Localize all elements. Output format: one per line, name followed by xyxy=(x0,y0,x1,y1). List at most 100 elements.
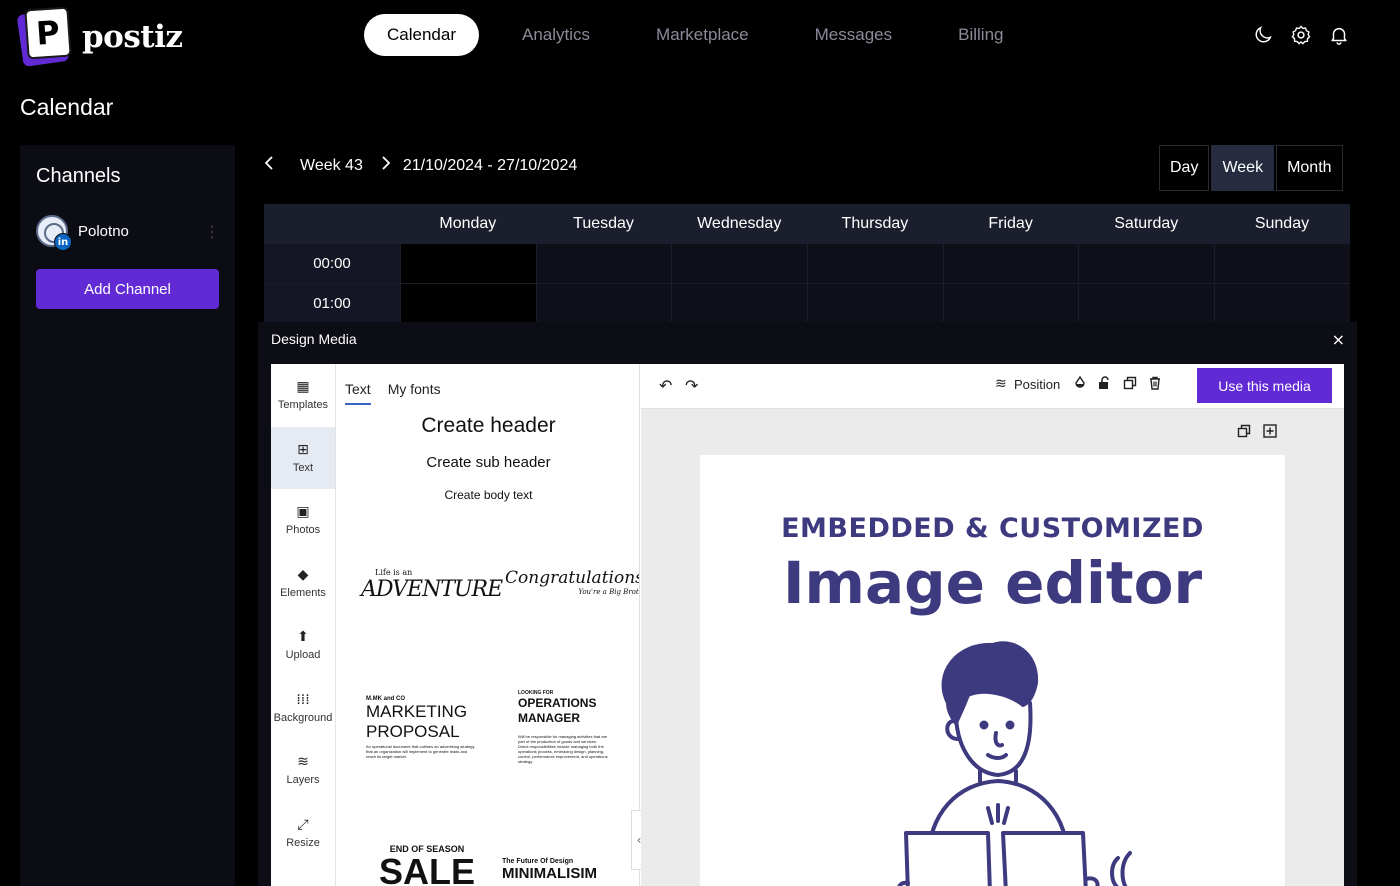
use-this-media-button[interactable]: Use this media xyxy=(1197,368,1332,403)
calendar-slot[interactable] xyxy=(671,284,807,323)
panel-tabs: Text My fonts xyxy=(345,381,458,405)
day-header-saturday: Saturday xyxy=(1114,215,1179,232)
time-label: 00:00 xyxy=(264,244,400,283)
view-week-button[interactable]: Week xyxy=(1211,145,1275,191)
day-header-friday: Friday xyxy=(988,215,1033,232)
templates-icon: ▦ xyxy=(296,379,310,396)
canvas-eyebrow-text[interactable]: EMBEDDED & CUSTOMIZED xyxy=(700,513,1285,544)
layers-icon: ≋ xyxy=(297,754,309,771)
nav-item-analytics[interactable]: Analytics xyxy=(499,14,613,56)
page-title: Calendar xyxy=(20,94,114,120)
calendar-row: 01:00 xyxy=(264,284,1350,324)
view-month-button[interactable]: Month xyxy=(1276,145,1343,191)
calendar-slot[interactable] xyxy=(942,244,1079,283)
text-template-congratulations[interactable]: Congratulations! You're a Big Brother xyxy=(505,568,639,596)
person-with-tablet-illustration[interactable] xyxy=(888,633,1148,886)
calendar-slot[interactable] xyxy=(942,284,1079,323)
panel-tab-my-fonts[interactable]: My fonts xyxy=(388,381,441,405)
resize-icon: ⤢ xyxy=(297,816,309,833)
add-channel-button[interactable]: Add Channel xyxy=(36,269,219,309)
calendar-slot[interactable] xyxy=(1078,284,1214,323)
linkedin-icon: in xyxy=(54,233,72,251)
calendar-slot[interactable] xyxy=(1078,244,1214,283)
duplicate-page-icon[interactable] xyxy=(1237,424,1251,442)
design-canvas[interactable]: EMBEDDED & CUSTOMIZED Image editor xyxy=(700,455,1285,886)
editor-side-tabs: ▦ Templates ⊞ Text ▣ Photos ◆ Elements ⬆… xyxy=(271,364,336,886)
week-navigation: Week 43 21/10/2024 - 27/10/2024 xyxy=(264,156,577,175)
create-sub-header-button[interactable]: Create sub header xyxy=(337,454,639,471)
side-tab-text[interactable]: ⊞ Text xyxy=(271,426,335,489)
redo-icon[interactable]: ↷ xyxy=(685,376,698,395)
calendar-slot[interactable] xyxy=(671,244,807,283)
date-range: 21/10/2024 - 27/10/2024 xyxy=(402,156,578,174)
duplicate-icon[interactable] xyxy=(1123,376,1137,394)
canvas-title-text[interactable]: Image editor xyxy=(700,549,1285,617)
create-header-button[interactable]: Create header xyxy=(337,414,639,438)
calendar-slot[interactable] xyxy=(535,244,672,283)
nav-item-marketplace[interactable]: Marketplace xyxy=(633,14,772,56)
lock-icon[interactable] xyxy=(1097,376,1111,394)
time-label: 01:00 xyxy=(264,284,400,323)
app-logo[interactable]: P postiz xyxy=(16,6,183,67)
side-tab-templates[interactable]: ▦ Templates xyxy=(271,364,335,427)
day-header-monday: Monday xyxy=(439,215,497,232)
layers-position-icon: ≋ xyxy=(995,376,1007,392)
channel-avatar: in xyxy=(36,215,72,251)
calendar-slot[interactable] xyxy=(1214,244,1350,283)
more-vertical-icon[interactable]: ⋮ xyxy=(204,222,220,241)
calendar-slot[interactable] xyxy=(535,284,672,323)
day-header-tuesday: Tuesday xyxy=(573,215,634,232)
background-icon: ⁞⁞⁞ xyxy=(296,691,310,708)
add-page-icon[interactable] xyxy=(1263,424,1277,442)
text-template-adventure[interactable]: Life is an ADVENTURE xyxy=(361,568,503,602)
text-template-marketing-proposal[interactable]: M.MK and CO MARKETING PROPOSAL An operat… xyxy=(366,696,476,759)
chevron-left-icon[interactable] xyxy=(264,156,284,175)
text-template-operations-manager[interactable]: LOOKING FOR OPERATIONS MANAGER Will be r… xyxy=(518,690,608,764)
design-media-modal: Design Media × ▦ Templates ⊞ Text ▣ Phot… xyxy=(258,322,1357,886)
chevron-right-icon[interactable] xyxy=(381,156,401,175)
channel-item-polotno[interactable]: in Polotno ⋮ xyxy=(36,213,220,251)
text-panel: Text My fonts Create header Create sub h… xyxy=(337,364,640,886)
main-nav: Calendar Analytics Marketplace Messages … xyxy=(364,14,1046,56)
upload-icon: ⬆ xyxy=(297,629,309,646)
channel-name: Polotno xyxy=(78,222,129,240)
day-header-wednesday: Wednesday xyxy=(697,215,782,232)
opacity-icon[interactable] xyxy=(1073,375,1087,394)
side-tab-resize[interactable]: ⤢ Resize xyxy=(271,802,335,865)
position-button[interactable]: Position xyxy=(1014,377,1060,392)
text-template-minimalism[interactable]: The Future Of Design MINIMALISIM xyxy=(502,858,597,882)
calendar-slot[interactable] xyxy=(807,244,943,283)
moon-icon[interactable] xyxy=(1252,24,1274,46)
logo-text: postiz xyxy=(82,19,183,55)
trash-icon[interactable] xyxy=(1148,376,1162,394)
top-icons xyxy=(1252,24,1350,46)
calendar-slot[interactable] xyxy=(400,284,536,323)
calendar-slot[interactable] xyxy=(400,244,536,283)
calendar-slot[interactable] xyxy=(807,284,943,323)
logo-letter: P xyxy=(34,13,62,53)
logo-badge: P xyxy=(16,6,72,67)
gear-icon[interactable] xyxy=(1290,24,1312,46)
side-tab-background[interactable]: ⁞⁞⁞ Background xyxy=(271,677,335,740)
side-tab-layers[interactable]: ≋ Layers xyxy=(271,739,335,802)
nav-item-messages[interactable]: Messages xyxy=(792,14,915,56)
photos-icon: ▣ xyxy=(296,504,310,521)
create-body-text-button[interactable]: Create body text xyxy=(337,488,639,502)
week-label: Week 43 xyxy=(300,156,363,174)
channels-title: Channels xyxy=(36,165,121,187)
panel-tab-text[interactable]: Text xyxy=(345,381,371,405)
editor-workspace: ↶ ↷ ≋ Position Use this media EMBEDDED &… xyxy=(641,364,1344,886)
bell-icon[interactable] xyxy=(1328,24,1350,46)
view-day-button[interactable]: Day xyxy=(1159,145,1210,191)
close-icon[interactable]: × xyxy=(1332,330,1345,349)
side-tab-photos[interactable]: ▣ Photos xyxy=(271,489,335,552)
text-icon: ⊞ xyxy=(297,441,309,458)
side-tab-upload[interactable]: ⬆ Upload xyxy=(271,614,335,677)
nav-item-billing[interactable]: Billing xyxy=(935,14,1026,56)
text-template-sale[interactable]: END OF SEASON SALE xyxy=(379,844,475,886)
view-switch: Day Week Month xyxy=(1159,145,1343,191)
calendar-slot[interactable] xyxy=(1214,284,1350,323)
side-tab-elements[interactable]: ◆ Elements xyxy=(271,552,335,615)
undo-icon[interactable]: ↶ xyxy=(659,376,672,395)
nav-item-calendar[interactable]: Calendar xyxy=(364,14,479,56)
